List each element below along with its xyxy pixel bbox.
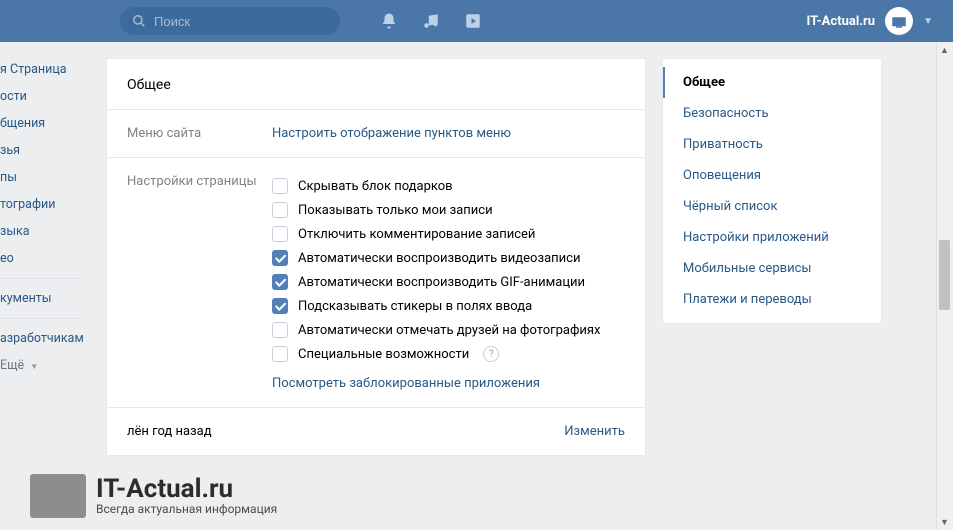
chevron-down-icon: ▼ (30, 362, 38, 371)
music-icon[interactable] (422, 12, 440, 30)
menu-row-label: Меню сайта (127, 126, 272, 141)
watermark-icon (30, 474, 86, 518)
nav-item[interactable]: кументы (0, 285, 90, 312)
avatar (885, 7, 913, 35)
page-settings-row: Настройки страницы Скрывать блок подарко… (107, 158, 645, 408)
nav-item[interactable]: зья (0, 137, 90, 164)
checkbox[interactable] (272, 250, 288, 266)
nav-item[interactable]: ео (0, 245, 90, 272)
checkbox[interactable] (272, 202, 288, 218)
menu-row: Меню сайта Настроить отображение пунктов… (107, 110, 645, 158)
settings-nav-item[interactable]: Чёрный список (663, 191, 881, 222)
checkbox-label: Отключить комментирование записей (298, 227, 535, 242)
settings-nav-item[interactable]: Общее (663, 67, 881, 98)
password-updated-label: лён год назад (127, 424, 212, 439)
scroll-thumb[interactable] (939, 240, 950, 310)
checkbox[interactable] (272, 178, 288, 194)
setting-checkbox-row: Подсказывать стикеры в полях ввода (272, 294, 625, 318)
nav-item[interactable]: тографии (0, 191, 90, 218)
checkbox[interactable] (272, 274, 288, 290)
nav-item[interactable]: пы (0, 164, 90, 191)
setting-checkbox-row: Скрывать блок подарков (272, 174, 625, 198)
bell-icon[interactable] (380, 12, 398, 30)
settings-title: Общее (107, 59, 645, 110)
watermark-title: IT-Actual.ru (96, 476, 277, 502)
setting-checkbox-row: Показывать только мои записи (272, 198, 625, 222)
nav-item[interactable]: я Страница (0, 56, 90, 83)
scroll-up-icon[interactable]: ▲ (937, 42, 952, 58)
watermark-subtitle: Всегда актуальная информация (96, 502, 277, 516)
help-icon[interactable]: ? (483, 346, 499, 362)
checkbox[interactable] (272, 226, 288, 242)
nav-separator (0, 318, 82, 319)
checkbox-label: Автоматически воспроизводить GIF-анимаци… (298, 275, 585, 290)
checkbox-label: Подсказывать стикеры в полях ввода (298, 299, 532, 314)
password-row: лён год назад Изменить (107, 408, 645, 455)
settings-nav-item[interactable]: Платежи и переводы (663, 284, 881, 315)
play-icon[interactable] (464, 12, 482, 30)
setting-checkbox-row: Отключить комментирование записей (272, 222, 625, 246)
setting-checkbox-row: Автоматически отмечать друзей на фотогра… (272, 318, 625, 342)
search-input[interactable] (154, 14, 328, 29)
scroll-down-icon[interactable]: ▼ (937, 514, 952, 530)
settings-nav-item[interactable]: Настройки приложений (663, 222, 881, 253)
search-icon (132, 14, 146, 28)
nav-more[interactable]: Ещё ▼ (0, 352, 90, 379)
left-nav: я Страницаостибщениязьяпытографиизыкаео к… (0, 42, 90, 456)
setting-checkbox-row: Автоматически воспроизводить GIF-анимаци… (272, 270, 625, 294)
chevron-down-icon: ▼ (923, 16, 933, 27)
setting-checkbox-row: Автоматически воспроизводить видеозаписи (272, 246, 625, 270)
page-settings-label: Настройки страницы (127, 174, 272, 391)
watermark: IT-Actual.ru Всегда актуальная информаци… (30, 474, 277, 518)
checkbox[interactable] (272, 322, 288, 338)
settings-nav-item[interactable]: Оповещения (663, 160, 881, 191)
settings-nav-item[interactable]: Мобильные сервисы (663, 253, 881, 284)
blocked-apps-link[interactable]: Посмотреть заблокированные приложения (272, 376, 540, 391)
nav-item[interactable]: ости (0, 83, 90, 110)
checkbox-label: Показывать только мои записи (298, 203, 493, 218)
checkbox-label: Специальные возможности (298, 347, 469, 362)
checkbox[interactable] (272, 346, 288, 362)
checkbox-label: Автоматически отмечать друзей на фотогра… (298, 323, 600, 338)
checkbox-label: Автоматически воспроизводить видеозаписи (298, 251, 580, 266)
top-bar: IT-Actual.ru ▼ (0, 0, 953, 42)
menu-config-link[interactable]: Настроить отображение пунктов меню (272, 126, 511, 141)
search-box[interactable] (120, 7, 340, 35)
settings-card: Общее Меню сайта Настроить отображение п… (106, 58, 646, 456)
user-menu[interactable]: IT-Actual.ru ▼ (807, 7, 933, 35)
checkbox[interactable] (272, 298, 288, 314)
settings-nav: ОбщееБезопасностьПриватностьОповещенияЧё… (662, 58, 882, 324)
nav-item[interactable]: зыка (0, 218, 90, 245)
settings-nav-item[interactable]: Безопасность (663, 98, 881, 129)
checkbox-label: Скрывать блок подарков (298, 179, 453, 194)
username-label: IT-Actual.ru (807, 14, 876, 29)
setting-checkbox-row: Специальные возможности? (272, 342, 625, 366)
scrollbar[interactable]: ▲ ▼ (936, 42, 952, 530)
settings-nav-item[interactable]: Приватность (663, 129, 881, 160)
nav-separator (0, 278, 82, 279)
nav-item[interactable]: азработчикам (0, 325, 90, 352)
topbar-icons (380, 12, 482, 30)
nav-item[interactable]: бщения (0, 110, 90, 137)
password-change-link[interactable]: Изменить (564, 424, 625, 439)
